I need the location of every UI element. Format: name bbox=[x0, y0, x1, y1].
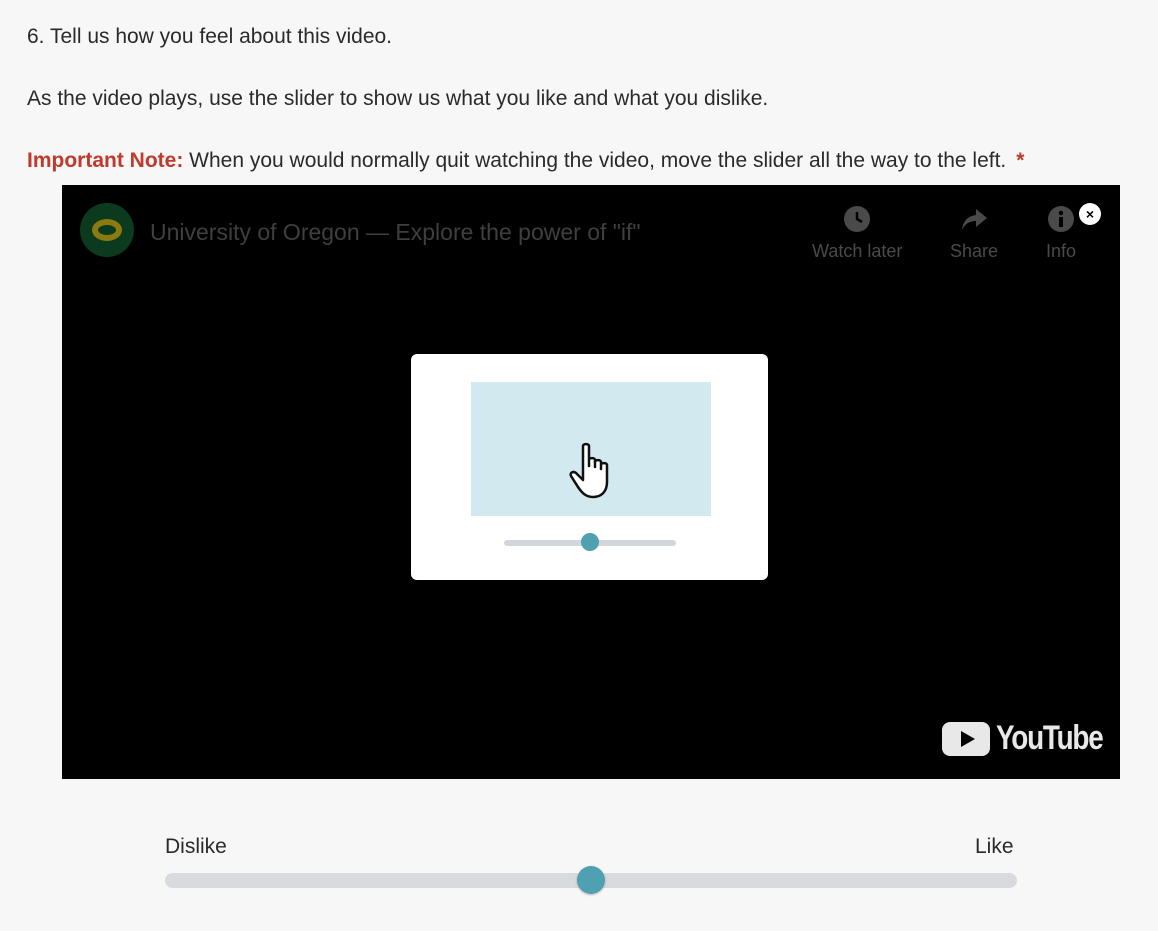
youtube-wordmark: YouTube bbox=[996, 719, 1104, 757]
note-text: When you would normally quit watching th… bbox=[183, 149, 1007, 172]
important-note: Important Note: When you would normally … bbox=[27, 149, 1024, 173]
youtube-play-icon bbox=[942, 721, 990, 756]
slider-tutorial-card bbox=[411, 354, 768, 580]
share-arrow-icon bbox=[962, 209, 988, 230]
hand-pointer-icon bbox=[569, 442, 609, 499]
youtube-logo[interactable]: YouTube bbox=[942, 719, 1120, 758]
tutorial-screen bbox=[471, 382, 711, 516]
watch-later-button[interactable]: Watch later bbox=[812, 205, 902, 262]
question-title: 6. Tell us how you feel about this video… bbox=[27, 25, 393, 48]
slider-max-label: Like bbox=[975, 835, 1014, 858]
share-button[interactable]: Share bbox=[950, 205, 998, 262]
rating-slider-thumb[interactable] bbox=[577, 866, 605, 894]
watch-later-label: Watch later bbox=[812, 241, 903, 261]
required-marker: * bbox=[1016, 149, 1025, 172]
video-player[interactable]: University of Oregon — Explore the power… bbox=[62, 185, 1120, 779]
channel-logo[interactable] bbox=[80, 203, 134, 257]
clock-icon bbox=[844, 206, 871, 232]
info-button[interactable]: Info bbox=[1046, 205, 1076, 262]
question-instruction: As the video plays, use the slider to sh… bbox=[27, 87, 769, 110]
note-label: Important Note: bbox=[27, 149, 184, 172]
info-label: Info bbox=[1046, 241, 1077, 261]
slider-min-label: Dislike bbox=[165, 835, 227, 858]
share-label: Share bbox=[950, 241, 999, 261]
info-icon bbox=[1048, 206, 1075, 232]
close-icon[interactable]: × bbox=[1079, 203, 1101, 225]
tutorial-slider-knob bbox=[581, 533, 599, 551]
video-title[interactable]: University of Oregon — Explore the power… bbox=[150, 219, 641, 246]
